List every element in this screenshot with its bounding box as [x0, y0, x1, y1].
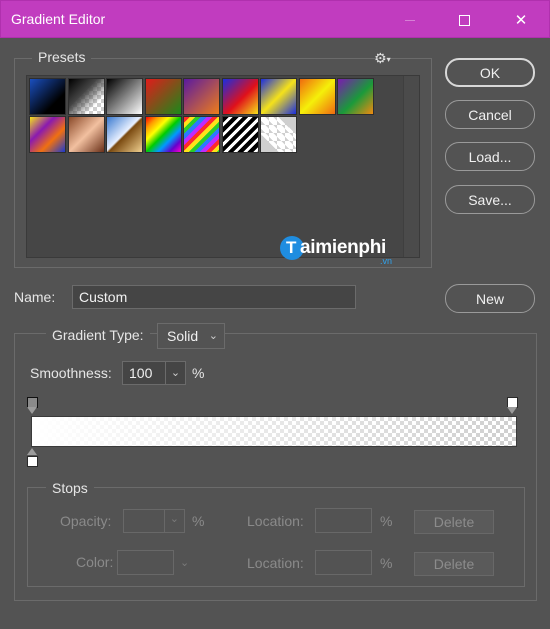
chevron-down-icon[interactable]: ⌄ [180, 556, 189, 569]
preset-swatch-blue-yellow-blue[interactable] [260, 78, 297, 115]
color-swatch[interactable] [117, 550, 174, 575]
smoothness-unit: % [192, 365, 205, 381]
opacity-location-input[interactable] [315, 508, 372, 533]
preset-swatch-red-green[interactable] [144, 78, 182, 115]
color-location-unit: % [380, 555, 393, 571]
minimize-button[interactable] [387, 1, 433, 39]
watermark-logo: Taimienphi [286, 237, 386, 258]
close-button[interactable]: ✕ [498, 1, 544, 39]
preset-swatch-yellow-violet-orange-blue[interactable] [29, 116, 66, 153]
name-label: Name: [14, 289, 56, 305]
smoothness-input[interactable]: 100 ⌄ [122, 361, 186, 385]
opacity-input[interactable]: ⌄ [123, 509, 185, 533]
presets-well [26, 75, 420, 258]
opacity-label: Opacity: [60, 513, 112, 529]
opacity-delete-button[interactable]: Delete [414, 510, 494, 534]
preset-swatch-foreground-to-background[interactable] [29, 78, 66, 115]
color-label: Color: [76, 554, 114, 570]
color-location-label: Location: [247, 555, 304, 571]
preset-swatch-foreground-to-transparent[interactable] [67, 78, 105, 115]
presets-scrollbar[interactable] [403, 76, 419, 257]
preset-swatch-transparent-stripes[interactable] [221, 116, 259, 153]
window-title: Gradient Editor [11, 11, 106, 27]
opacity-location-unit: % [380, 513, 393, 529]
preset-swatch-transparent[interactable] [260, 116, 297, 153]
smoothness-dropdown-icon[interactable]: ⌄ [165, 362, 185, 384]
gear-icon: ⚙ [374, 50, 387, 66]
name-input[interactable]: Custom [72, 285, 356, 309]
maximize-icon [458, 14, 470, 26]
save-button[interactable]: Save... [445, 185, 535, 214]
preset-swatch-blue-red-yellow[interactable] [221, 78, 259, 115]
preset-swatch-black-white[interactable] [106, 78, 143, 115]
gradient-type-select[interactable]: Solid ⌄ [157, 323, 225, 349]
preset-swatch-orange-yellow-orange[interactable] [298, 78, 336, 115]
preset-swatch-violet-green-orange[interactable] [337, 78, 374, 115]
title-bar: Gradient Editor ✕ [0, 0, 550, 38]
preset-swatch-chrome[interactable] [106, 116, 143, 153]
load-button[interactable]: Load... [445, 142, 535, 171]
cancel-button[interactable]: Cancel [445, 100, 535, 129]
close-icon: ✕ [514, 12, 528, 29]
opacity-stop-left[interactable] [27, 397, 38, 415]
opacity-location-label: Location: [247, 513, 304, 529]
presets-settings-button[interactable]: ⚙▾ [374, 50, 391, 67]
presets-label: Presets [32, 49, 92, 65]
chevron-down-icon: ▾ [386, 54, 391, 64]
preset-swatch-copper[interactable] [67, 116, 105, 153]
opacity-unit: % [192, 513, 205, 529]
color-delete-button[interactable]: Delete [414, 552, 494, 576]
preset-swatch-violet-orange[interactable] [183, 78, 220, 115]
gradient-type-label: Gradient Type: [46, 327, 150, 343]
preset-swatch-transparent-rainbow[interactable] [183, 116, 220, 153]
gradient-type-value: Solid [167, 328, 199, 344]
ok-button[interactable]: OK [445, 58, 535, 87]
chevron-down-icon: ⌄ [208, 330, 218, 342]
preset-swatch-spectrum[interactable] [144, 116, 182, 153]
watermark-suffix: .vn [380, 256, 393, 266]
color-stop-left[interactable] [27, 448, 38, 468]
chevron-down-icon: ⌄ [169, 513, 179, 525]
maximize-button[interactable] [441, 1, 487, 39]
stops-label: Stops [46, 480, 94, 496]
gradient-bar[interactable] [31, 416, 517, 447]
opacity-stop-right[interactable] [507, 397, 518, 415]
new-button[interactable]: New [445, 284, 535, 313]
minimize-icon [405, 19, 415, 21]
color-location-input[interactable] [315, 550, 372, 575]
smoothness-value: 100 [129, 365, 153, 381]
smoothness-label: Smoothness: [30, 365, 112, 381]
